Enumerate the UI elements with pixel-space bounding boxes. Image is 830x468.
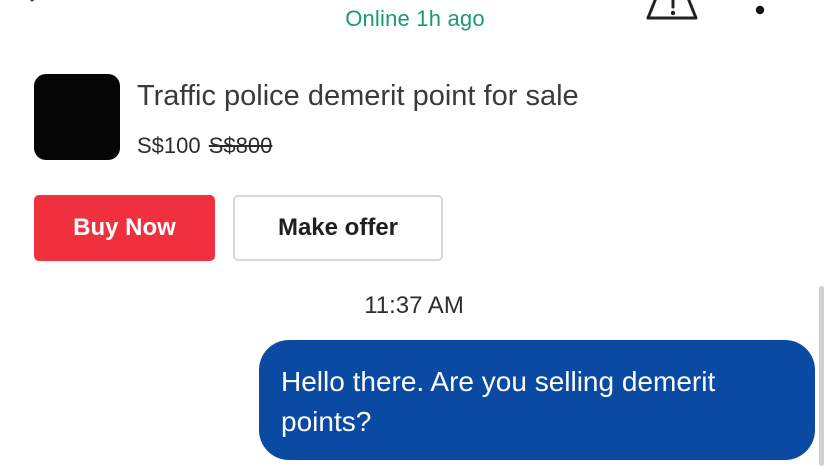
listing-price: S$100 [137,133,201,158]
listing-original-price: S$800 [208,133,273,158]
make-offer-button[interactable]: Make offer [233,195,443,261]
listing-thumbnail[interactable] [34,74,120,160]
listing-title[interactable]: Traffic police demerit point for sale [137,80,579,113]
listing-prices: S$100 S$800 [137,133,272,159]
outgoing-message-bubble: Hello there. Are you selling demerit poi… [259,340,815,460]
message-timestamp: 11:37 AM [364,292,464,319]
chat-scrollbar[interactable] [819,286,824,466]
more-dots-icon[interactable] [750,0,770,20]
online-status: Online 1h ago [345,6,485,31]
warning-triangle-icon[interactable] [644,0,700,20]
message-text: Hello there. Are you selling demerit poi… [281,366,716,437]
chat-screen: Online 1h ago Traffic police demerit poi… [0,0,830,468]
buy-now-button[interactable]: Buy Now [34,195,215,261]
